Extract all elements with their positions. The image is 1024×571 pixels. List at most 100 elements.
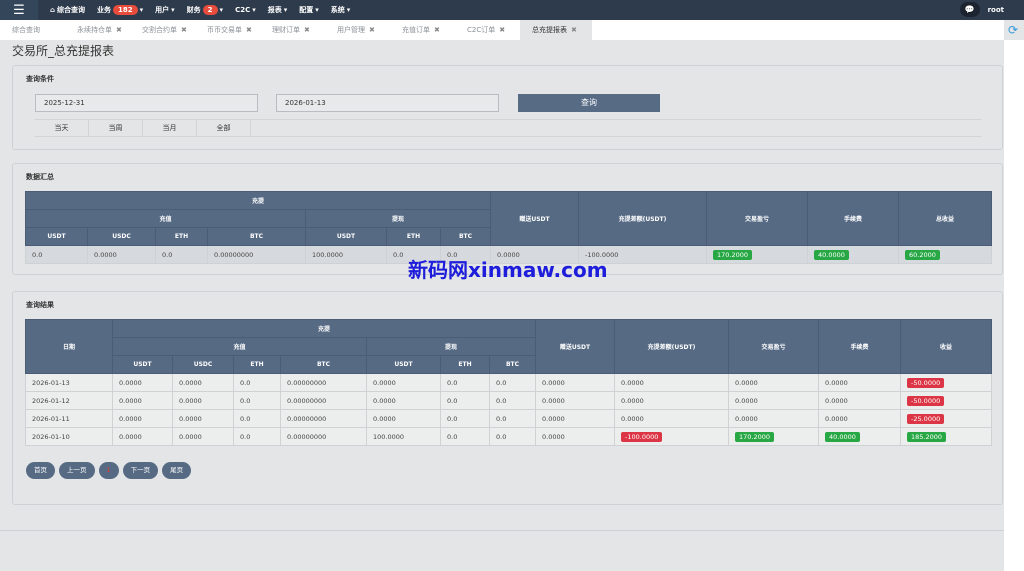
tab-deposits[interactable]: 充值订单 ✖ — [390, 20, 455, 40]
table-cell: 0.0000 — [112, 373, 173, 392]
table-cell: 60.2000 — [898, 245, 992, 264]
caret-down-icon: ▾ — [219, 6, 224, 14]
tab-home[interactable]: 综合查询 — [0, 20, 65, 40]
table-cell: 0.0000 — [112, 391, 173, 410]
panel-title: 数据汇总 — [26, 173, 54, 181]
header-currency: BTC — [489, 355, 536, 374]
scrollbar[interactable] — [1004, 40, 1024, 571]
caret-down-icon: ▾ — [283, 6, 288, 14]
close-icon[interactable]: ✖ — [369, 26, 375, 34]
table-cell: 0.0000 — [112, 409, 173, 428]
table-cell: 0.00000000 — [280, 427, 367, 446]
start-date-input[interactable]: 2025-12-31 — [35, 94, 258, 112]
table-cell: 2026-01-10 — [25, 427, 113, 446]
home-icon: ⌂ — [50, 6, 56, 14]
panel-title: 查询结果 — [26, 301, 54, 309]
close-icon[interactable]: ✖ — [116, 26, 122, 34]
table-cell: 0.00000000 — [280, 391, 367, 410]
table-cell: 0.0 — [489, 391, 536, 410]
tab-bar: 综合查询 永续持仓单 ✖ 交割合约单 ✖ 币币交易单 ✖ 理财订单 ✖ 用户管理 ✖ 充值… — [0, 20, 1004, 40]
finance-badge: 2 — [202, 5, 218, 15]
tab-perpetual[interactable]: 永续持仓单 ✖ — [65, 20, 130, 40]
table-cell: 0.0000 — [535, 373, 615, 392]
nav-c2c[interactable]: C2C ▾ — [235, 6, 256, 14]
refresh-icon[interactable]: ⟳ — [1008, 23, 1018, 37]
header-currency: BTC — [440, 227, 491, 246]
table-cell: 0.0000 — [172, 427, 234, 446]
header-deposit: 充值 — [112, 337, 367, 356]
table-cell: 0.00000000 — [207, 245, 306, 264]
quick-all[interactable]: 全部 — [197, 120, 251, 136]
nav-report[interactable]: 报表 ▾ — [268, 5, 288, 15]
tab-c2c-orders[interactable]: C2C订单 ✖ — [455, 20, 520, 40]
nav-finance[interactable]: 财务 2 ▾ — [187, 5, 223, 15]
results-table: 日期 充提 赠送USDT 充提差额(USDT) 交易盈亏 手续费 收益 充值 提现… — [25, 319, 992, 446]
tab-spot[interactable]: 币币交易单 ✖ — [195, 20, 260, 40]
table-cell: 0.0000 — [728, 409, 819, 428]
table-cell: 0.0000 — [535, 409, 615, 428]
header-withdraw: 提现 — [366, 337, 536, 356]
table-cell: 0.0000 — [614, 373, 729, 392]
user-menu[interactable]: 💬 root — [959, 2, 1004, 17]
table-cell: 0.0000 — [535, 427, 615, 446]
table-cell: 2026-01-12 — [25, 391, 113, 410]
prev-page-button[interactable]: 上一页 — [59, 462, 95, 479]
nav-home-label: 综合查询 — [57, 6, 86, 14]
quick-month[interactable]: 当月 — [143, 120, 197, 136]
hamburger-menu-icon[interactable]: ☰ — [0, 0, 38, 20]
nav-business[interactable]: 业务 182 ▾ — [97, 5, 143, 15]
query-panel: 查询条件 2025-12-31 2026-01-13 查询 当天 当周 当月 全… — [12, 65, 1003, 150]
tab-label: 永续持仓单 — [77, 26, 112, 34]
close-icon[interactable]: ✖ — [434, 26, 440, 34]
tab-delivery[interactable]: 交割合约单 ✖ — [130, 20, 195, 40]
header-currency: ETH — [155, 227, 208, 246]
header-currency: USDC — [172, 355, 234, 374]
value-label: 170.2000 — [735, 431, 775, 442]
chat-icon[interactable]: 💬 — [959, 2, 980, 17]
caret-down-icon: ▾ — [315, 6, 319, 14]
tab-users[interactable]: 用户管理 ✖ — [325, 20, 390, 40]
nav-home[interactable]: ⌂ 综合查询 — [50, 5, 85, 15]
close-icon[interactable]: ✖ — [499, 26, 505, 34]
header-group: 充提 — [112, 319, 536, 338]
header-group: 充提 — [25, 191, 491, 210]
nav-user[interactable]: 用户 ▾ — [155, 5, 175, 15]
close-icon[interactable]: ✖ — [246, 26, 252, 34]
search-button[interactable]: 查询 — [518, 94, 660, 112]
value-label: 60.2000 — [905, 249, 940, 260]
nav-label: C2C — [235, 6, 251, 14]
table-cell: 0.0000 — [614, 409, 729, 428]
table-cell: -50.0000 — [900, 391, 992, 410]
next-page-button[interactable]: 下一页 — [122, 462, 159, 479]
quick-today[interactable]: 当天 — [35, 120, 89, 136]
header-currency: ETH — [386, 227, 441, 246]
close-icon[interactable]: ✖ — [304, 26, 310, 34]
table-cell: 0.0000 — [172, 409, 234, 428]
tab-label: 综合查询 — [12, 26, 40, 34]
table-cell: 185.2000 — [900, 427, 992, 446]
close-icon[interactable]: ✖ — [181, 26, 187, 34]
table-cell: 0.0 — [233, 391, 281, 410]
tab-report[interactable]: 总充提报表 ✖ — [520, 20, 592, 40]
header-currency: USDT — [112, 355, 173, 374]
current-page-button[interactable]: 1 — [98, 462, 119, 479]
table-row: 2026-01-10 0.0000 0.0000 0.0 0.00000000 100.0… — [25, 427, 992, 446]
tab-label: 交割合约单 — [142, 26, 177, 34]
nav-config[interactable]: 配置 ▾ — [299, 5, 319, 15]
nav-label: 业务 — [97, 6, 112, 14]
tab-finance-orders[interactable]: 理财订单 ✖ — [260, 20, 325, 40]
header-gift: 赠送USDT — [490, 191, 579, 246]
tab-label: 充值订单 — [402, 26, 430, 34]
close-icon[interactable]: ✖ — [571, 26, 577, 34]
table-cell: 170.2000 — [728, 427, 819, 446]
nav-system[interactable]: 系统 ▾ — [331, 5, 351, 15]
table-cell: 0.0 — [233, 409, 281, 428]
last-page-button[interactable]: 尾页 — [162, 462, 192, 479]
nav-label: 系统 — [330, 6, 345, 14]
table-cell: -50.0000 — [900, 373, 992, 392]
first-page-button[interactable]: 首页 — [26, 462, 55, 479]
end-date-input[interactable]: 2026-01-13 — [276, 94, 499, 112]
value-label: -50.0000 — [907, 395, 945, 406]
quick-week[interactable]: 当周 — [89, 120, 143, 136]
table-cell: 0.0000 — [172, 391, 234, 410]
